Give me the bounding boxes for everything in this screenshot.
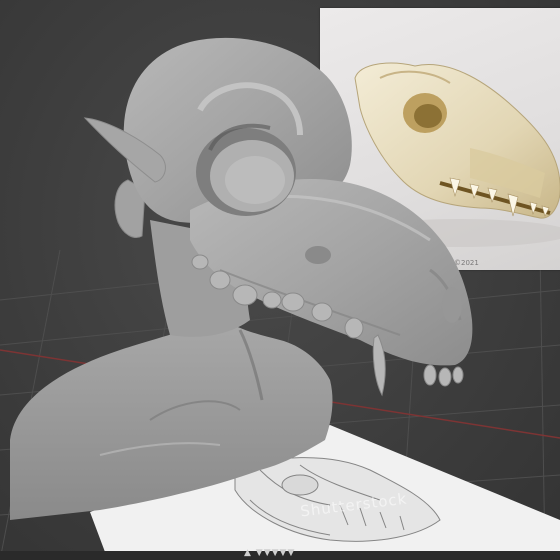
sculpt-model[interactable] [0, 0, 560, 560]
nostril [305, 246, 331, 264]
status-text: ▲ ▼▼▼▼▼ [244, 548, 296, 558]
status-strip: ▲ ▼▼▼▼▼ [0, 548, 560, 560]
bust-torso [10, 318, 333, 520]
3d-viewport[interactable]: ©2021 Shutterstock ▲ ▼▼▼▼▼ [0, 0, 560, 560]
